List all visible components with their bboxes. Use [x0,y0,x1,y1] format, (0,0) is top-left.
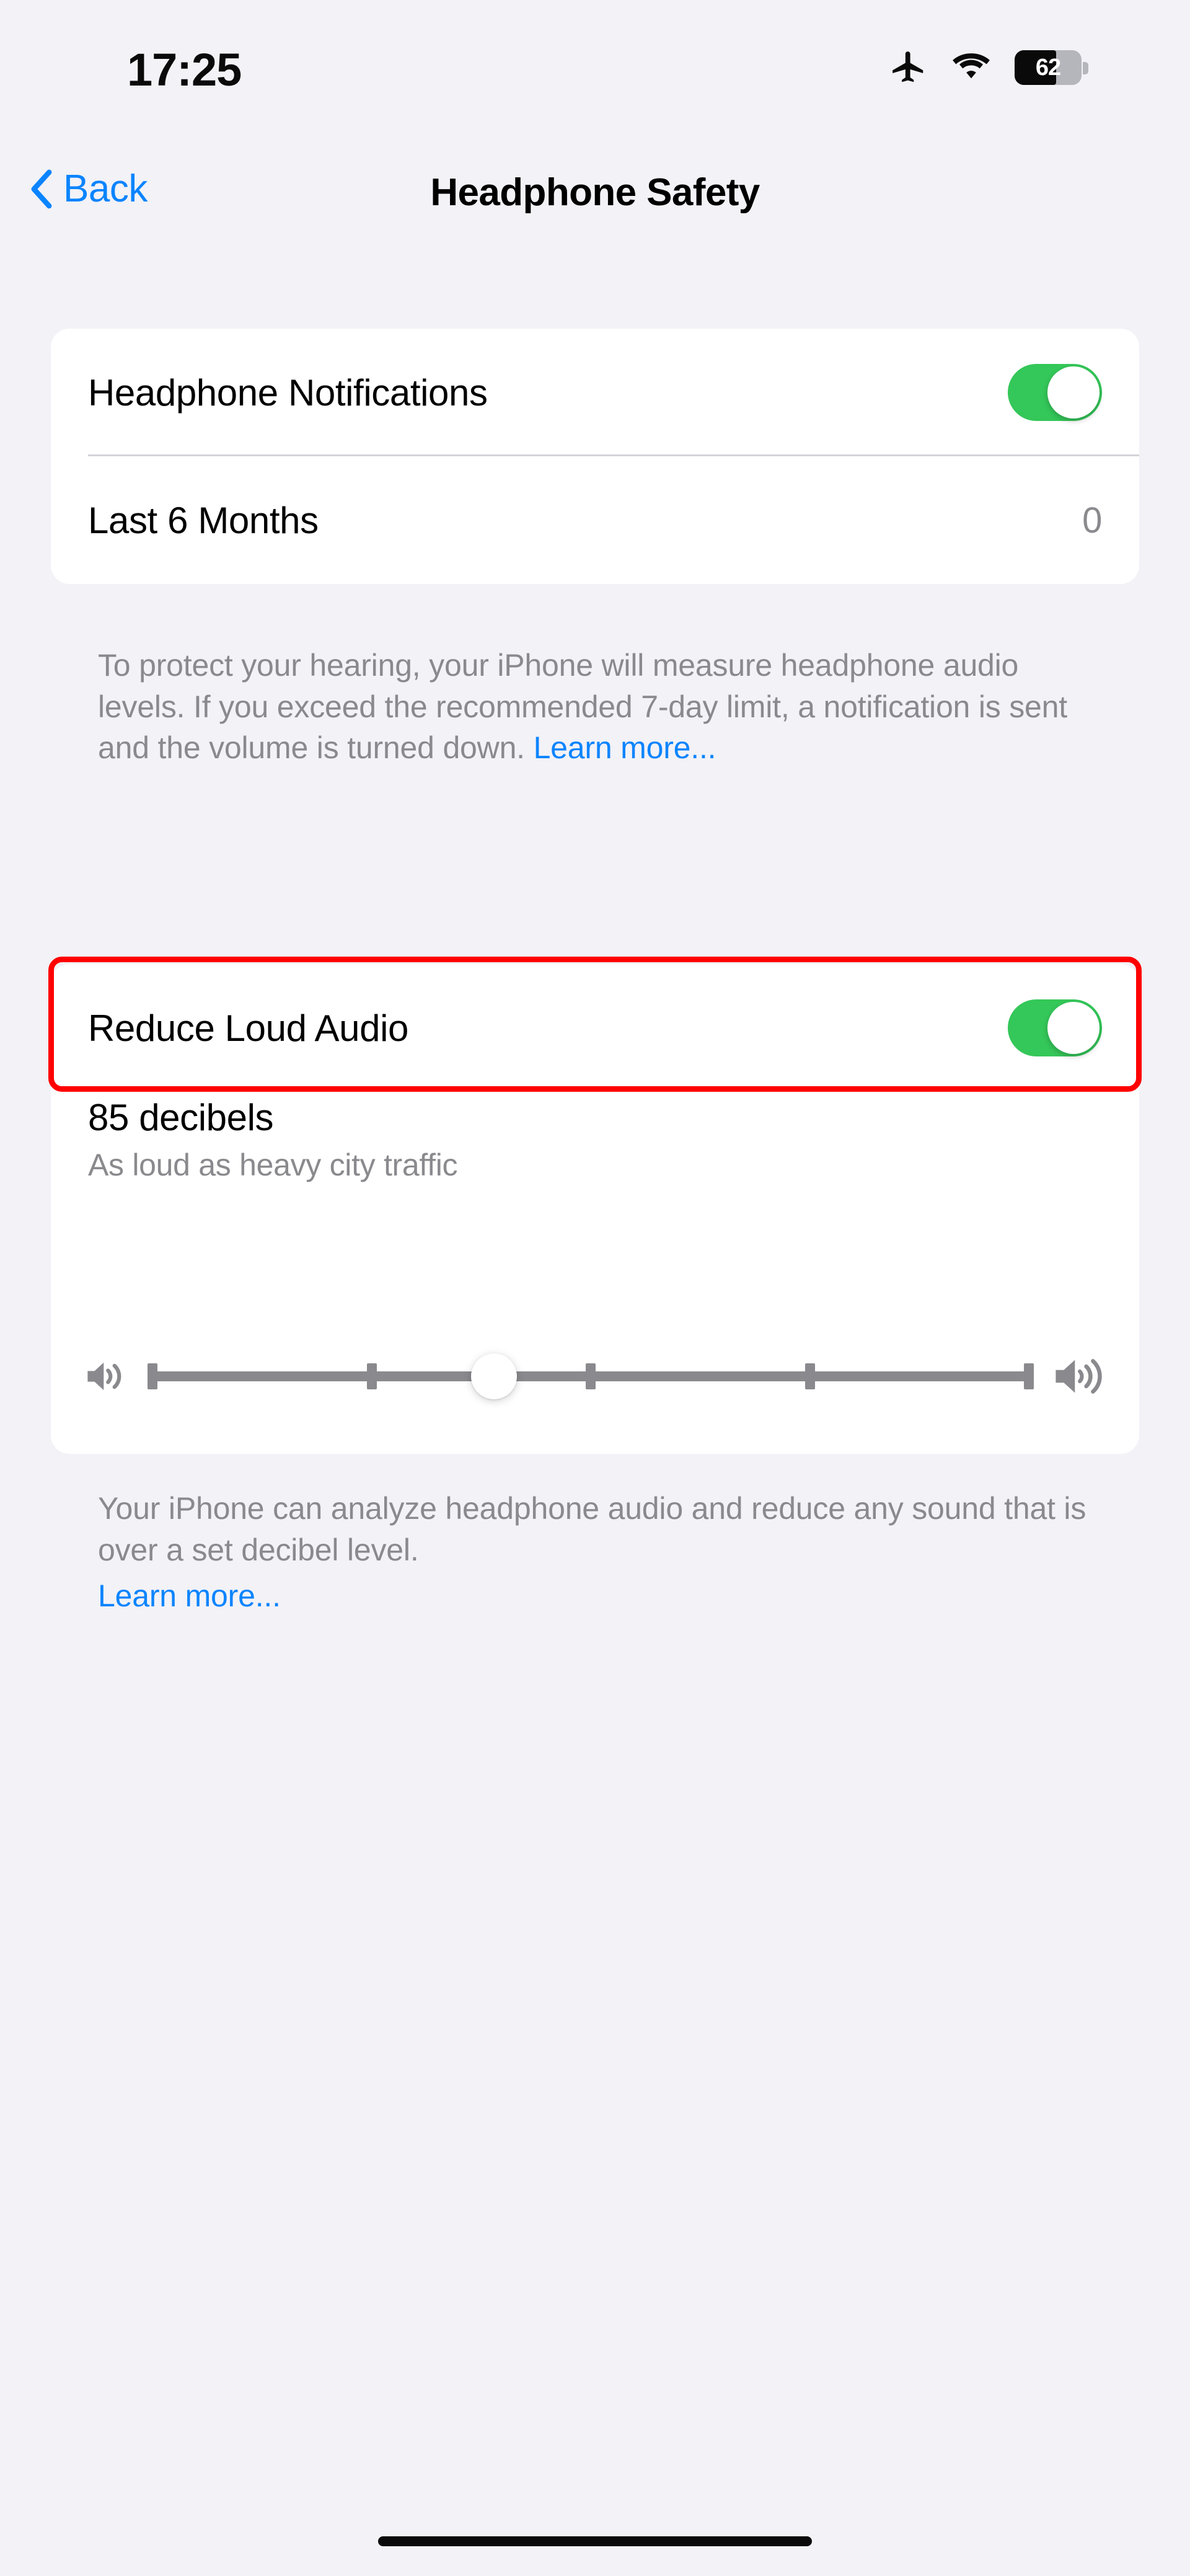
reduce-loud-audio-footer: Your iPhone can analyze headphone audio … [98,1488,1090,1617]
headphone-notifications-toggle[interactable] [1008,364,1102,421]
decibel-level-block: 85 decibels As loud as heavy city traffi… [88,1098,1104,1183]
slider-tick [804,1363,815,1389]
decibel-slider-row [51,1327,1139,1426]
battery-percent-label: 62 [1035,54,1061,81]
navigation-bar: Back Headphone Safety [0,164,1190,251]
reduce-loud-audio-label: Reduce Loud Audio [88,1007,408,1049]
learn-more-link-notifications[interactable]: Learn more... [534,730,716,765]
last-6-months-label: Last 6 Months [88,499,319,541]
reduce-loud-audio-toggle[interactable] [1008,999,1102,1056]
iphone-screen: 17:25 62 Back Headphone Safety Headphone… [0,0,1190,2576]
decibel-slider[interactable] [148,1353,1034,1399]
wifi-icon [951,50,991,85]
reduce-loud-audio-row[interactable]: Reduce Loud Audio [51,964,1139,1092]
headphone-notifications-row[interactable]: Headphone Notifications [51,329,1139,456]
decibel-value-label: 85 decibels [88,1097,274,1138]
decibel-description-label: As loud as heavy city traffic [88,1148,458,1182]
airplane-mode-icon [889,48,928,87]
page-title: Headphone Safety [430,171,760,214]
toggle-knob [1047,1002,1100,1054]
battery-indicator: 62 [1015,50,1088,85]
last-6-months-row[interactable]: Last 6 Months 0 [51,456,1139,584]
slider-tick [1024,1363,1034,1389]
battery-cap [1083,62,1088,74]
speaker-high-icon [1052,1352,1109,1401]
slider-tick [366,1363,377,1389]
slider-thumb[interactable] [471,1353,518,1399]
slider-tick [148,1363,157,1389]
status-bar-time: 17:25 [127,44,242,95]
headphone-notifications-card: Headphone Notifications Last 6 Months 0 [51,329,1139,584]
slider-tick [586,1363,596,1389]
learn-more-link-reduce-audio[interactable]: Learn more... [98,1575,1090,1617]
speaker-low-icon [83,1355,129,1398]
last-6-months-value: 0 [1082,500,1102,541]
status-bar-indicators: 62 [889,48,1088,87]
reduce-loud-audio-footer-text: Your iPhone can analyze headphone audio … [98,1491,1086,1567]
status-bar: 17:25 62 [0,0,1190,102]
headphone-notifications-footer: To protect your hearing, your iPhone wil… [98,645,1090,769]
toggle-knob [1047,366,1100,418]
headphone-notifications-label: Headphone Notifications [88,371,488,414]
home-indicator[interactable] [378,2536,812,2546]
